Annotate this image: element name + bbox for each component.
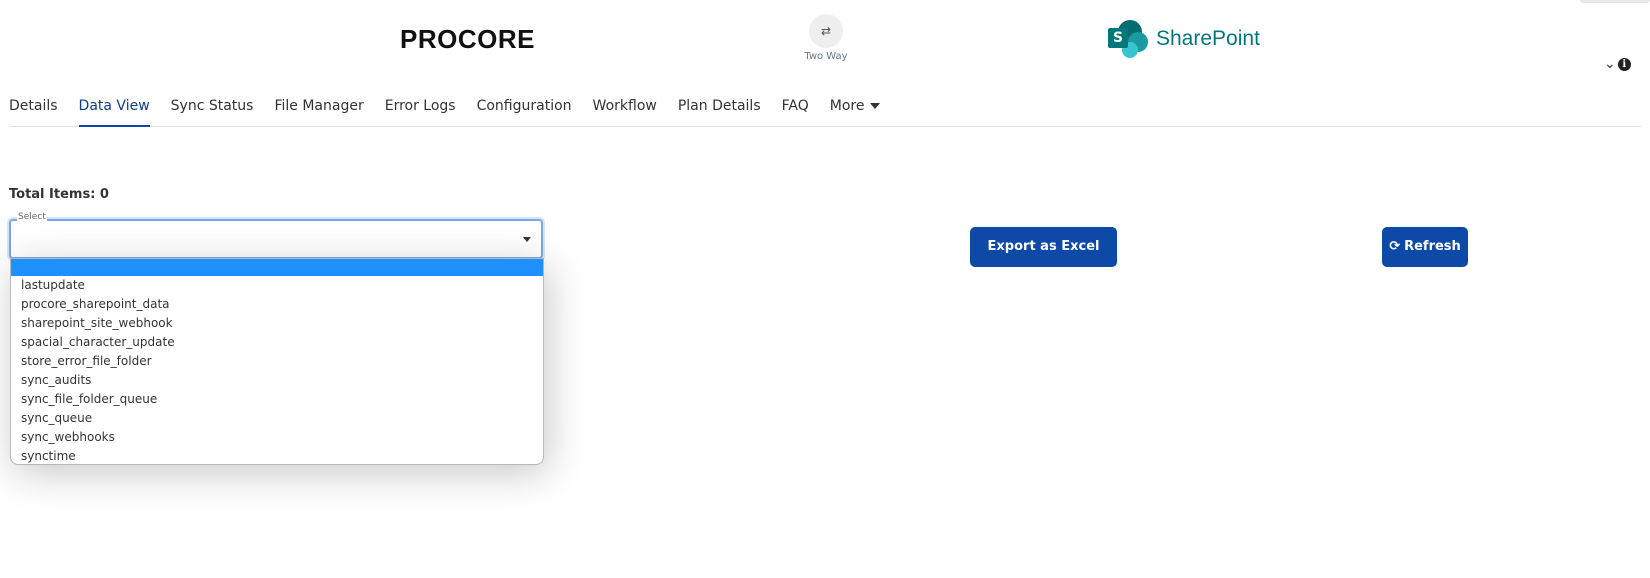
header-actions: ⌄ i: [1604, 56, 1631, 72]
tab-data-view[interactable]: Data View: [78, 92, 150, 127]
corner-tab[interactable]: [1580, 0, 1650, 3]
tab-faq[interactable]: FAQ: [782, 92, 809, 125]
tab-workflow[interactable]: Workflow: [593, 92, 657, 125]
dropdown-option[interactable]: sync_webhooks: [11, 428, 543, 447]
refresh-icon: ⟳: [1389, 239, 1401, 254]
select-dropdown-list: lastupdate procore_sharepoint_data share…: [10, 258, 544, 465]
sync-direction-label: Two Way: [804, 51, 848, 62]
tab-details[interactable]: Details: [9, 92, 58, 125]
dropdown-option[interactable]: sync_file_folder_queue: [11, 390, 543, 409]
total-items-count: Total Items: 0: [9, 187, 109, 202]
info-icon[interactable]: i: [1617, 57, 1631, 71]
dropdown-option[interactable]: spacial_character_update: [11, 333, 543, 352]
dropdown-option-empty[interactable]: [11, 259, 543, 276]
refresh-button[interactable]: ⟳ Refresh: [1382, 227, 1468, 267]
select-label: Select: [17, 212, 47, 222]
sync-direction: ⇄: [808, 14, 844, 48]
export-excel-button[interactable]: Export as Excel: [970, 227, 1117, 267]
tab-more-label: More: [829, 98, 865, 114]
tab-bar: Details Data View Sync Status File Manag…: [9, 92, 1641, 127]
tab-file-manager[interactable]: File Manager: [274, 92, 363, 125]
tab-error-logs[interactable]: Error Logs: [385, 92, 456, 125]
chevron-down-icon[interactable]: ⌄: [1604, 56, 1616, 72]
tab-plan-details[interactable]: Plan Details: [678, 92, 761, 125]
dropdown-option[interactable]: procore_sharepoint_data: [11, 295, 543, 314]
two-way-arrows-icon: ⇄: [809, 14, 843, 48]
sharepoint-logo-text: SharePoint: [1156, 27, 1260, 50]
tab-configuration[interactable]: Configuration: [477, 92, 572, 125]
tab-sync-status[interactable]: Sync Status: [171, 92, 254, 125]
dropdown-option[interactable]: sync_queue: [11, 409, 543, 428]
caret-down-icon: [523, 237, 531, 242]
dropdown-option[interactable]: synctime: [11, 447, 543, 464]
dropdown-option[interactable]: lastupdate: [11, 276, 543, 295]
dropdown-option[interactable]: sharepoint_site_webhook: [11, 314, 543, 333]
table-select[interactable]: [9, 219, 543, 259]
page: PROCORE ⇄ Two Way S SharePoint ⌄ i Detai…: [0, 0, 1650, 578]
procore-logo: PROCORE: [400, 24, 535, 54]
caret-down-icon: [870, 103, 881, 109]
sharepoint-logo: S SharePoint: [1108, 18, 1260, 60]
dropdown-option[interactable]: sync_audits: [11, 371, 543, 390]
refresh-button-label: Refresh: [1404, 239, 1461, 254]
tab-more[interactable]: More: [830, 92, 881, 125]
sharepoint-icon: S: [1108, 18, 1150, 60]
dropdown-option[interactable]: store_error_file_folder: [11, 352, 543, 371]
